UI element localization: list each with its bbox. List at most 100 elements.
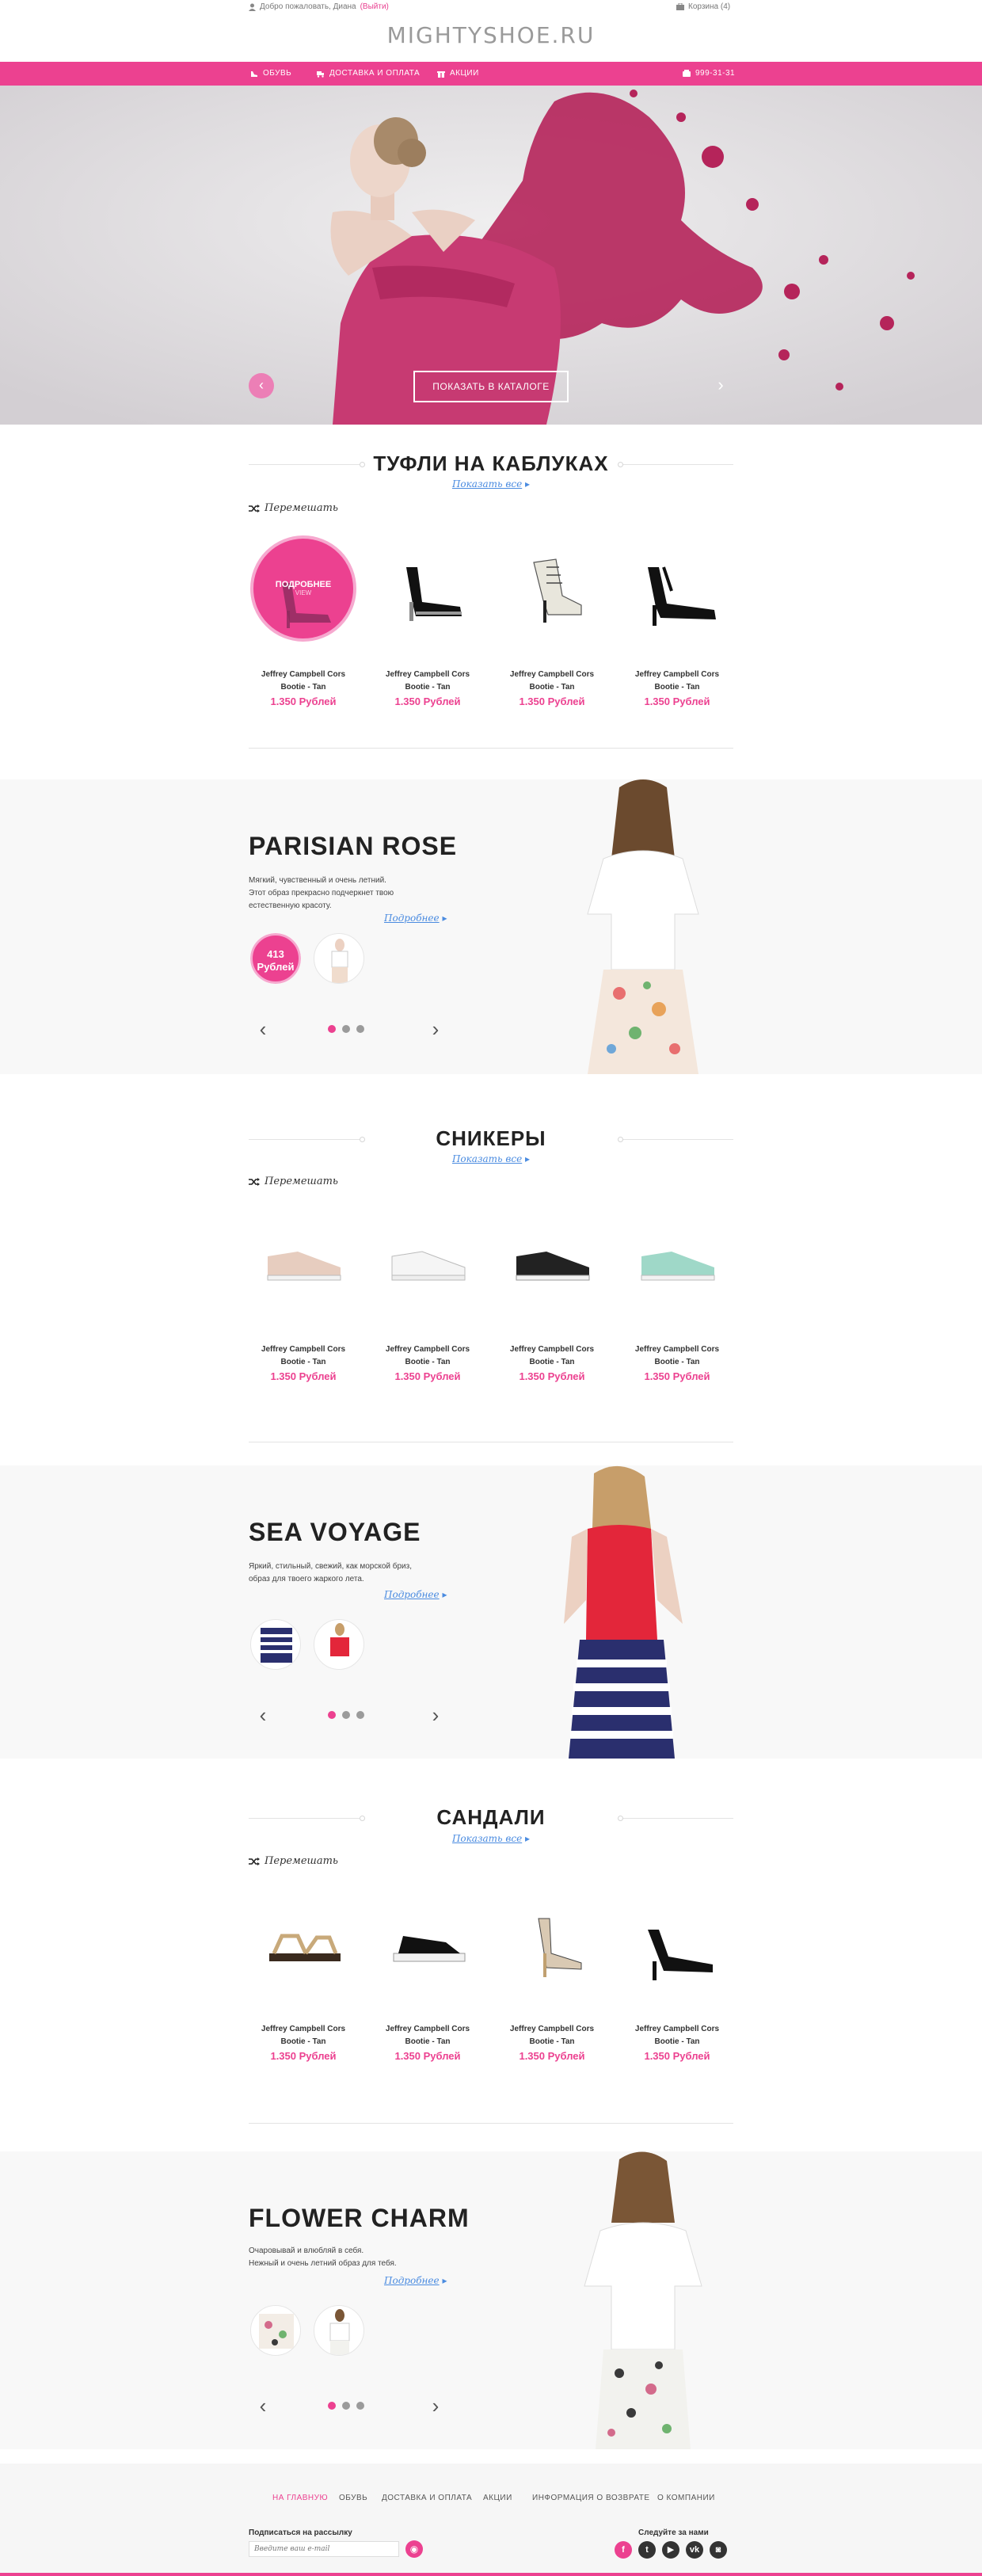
lookbook-next-button[interactable]: › [428,1703,443,1727]
nav-item-promo[interactable]: АКЦИИ [437,62,479,86]
pagination-dot[interactable] [356,1711,364,1719]
lookbook-panel: PARISIAN ROSE Мягкий, чувственный и очен… [0,779,982,1074]
lookbook-more-link[interactable]: Подробнее ▸ [384,1589,447,1600]
shuffle-icon [249,1177,260,1186]
product-image[interactable] [375,1890,481,1996]
pagination-dot[interactable] [328,1711,336,1719]
product-name[interactable]: Jeffrey Campbell Cors Bootie - Tan [618,669,736,694]
youtube-icon[interactable]: ▶ [662,2541,679,2559]
show-catalog-button[interactable]: ПОКАЗАТЬ В КАТАЛОГЕ [413,371,569,402]
lookbook-thumb[interactable] [250,2305,301,2356]
product-name[interactable]: Jeffrey Campbell Cors Bootie - Tan [244,1343,363,1369]
lookbook-thumb[interactable] [314,1619,364,1670]
product-name[interactable]: Jeffrey Campbell Cors Bootie - Tan [493,2023,611,2048]
lookbook-title: FLOWER CHARM [249,2204,470,2232]
pagination-dot[interactable] [328,2402,336,2410]
lookbook-next-button[interactable]: › [428,2394,443,2418]
lookbook-description: Яркий, стильный, свежий, как морской бри… [249,1562,412,1583]
product-name[interactable]: Jeffrey Campbell Cors Bootie - Tan [368,2023,487,2048]
product-price: 1.350 Рублей [394,1370,461,1382]
product-name[interactable]: Jeffrey Campbell Cors Bootie - Tan [618,1343,736,1369]
truck-icon [317,71,324,78]
product-name[interactable]: Jeffrey Campbell Cors Bootie - Tan [368,669,487,694]
product-name[interactable]: Jeffrey Campbell Cors Bootie - Tan [618,2023,736,2048]
subscribe-email-input[interactable] [249,2541,399,2557]
product-image[interactable] [624,1890,730,1996]
pagination-dot[interactable] [342,2402,350,2410]
show-all-link[interactable]: Показать все ▸ [0,1153,982,1164]
product-image[interactable] [250,1890,356,1996]
hero-prev-button[interactable]: ‹ [249,373,274,398]
product-image[interactable] [624,535,730,642]
follow-label: Следуйте за нами [638,2528,709,2537]
pagination-dot[interactable] [356,1025,364,1033]
footer-nav-promo[interactable]: АКЦИИ [483,2494,512,2502]
footer: НА ГЛАВНУЮ ОБУВЬ ДОСТАВКА И ОПЛАТА АКЦИИ… [0,2464,982,2576]
lookbook-prev-button[interactable]: ‹ [255,1703,271,1727]
pagination-dot[interactable] [342,1025,350,1033]
footer-nav-home[interactable]: НА ГЛАВНУЮ [272,2494,328,2502]
section-separator [249,748,733,749]
nav-phone[interactable]: 999-31-31 [683,62,735,86]
pagination-dot[interactable] [342,1711,350,1719]
lookbook-thumb[interactable] [314,933,364,984]
product-name[interactable]: Jeffrey Campbell Cors Bootie - Tan [244,669,363,694]
lookbook-thumb[interactable] [314,2305,364,2356]
thumb-image [329,2309,350,2355]
thumb-image [331,939,348,983]
footer-nav-about[interactable]: О КОМПАНИИ [657,2494,715,2502]
product-image[interactable] [250,1210,356,1317]
lookbook-prev-button[interactable]: ‹ [255,1017,271,1041]
product-name[interactable]: Jeffrey Campbell Cors Bootie - Tan [244,2023,363,2048]
thumb-image [259,2314,294,2349]
lookbook-prev-button[interactable]: ‹ [255,2394,271,2418]
twitter-icon[interactable]: t [638,2541,656,2559]
lookbook-thumb[interactable]: 413 Рублей [250,933,301,984]
facebook-icon[interactable]: f [615,2541,632,2559]
nav-item-delivery[interactable]: ДОСТАВКА И ОПЛАТА [317,62,420,86]
lookbook-title: PARISIAN ROSE [249,832,458,860]
pagination-dot[interactable] [328,1025,336,1033]
product-price: 1.350 Рублей [644,695,710,707]
vk-icon[interactable]: vk [686,2541,703,2559]
cart-label: Корзина (4) [688,2,731,11]
show-all-link[interactable]: Показать все ▸ [0,1833,982,1844]
subscribe-label: Подписаться на рассылку [249,2528,352,2537]
footer-nav-shoes[interactable]: ОБУВЬ [339,2494,367,2502]
product-name[interactable]: Jeffrey Campbell Cors Bootie - Tan [493,1343,611,1369]
subscribe-button[interactable]: ◉ [405,2540,423,2558]
footer-nav-returns[interactable]: ИНФОРМАЦИЯ О ВОЗВРАТЕ [532,2494,649,2502]
product-image[interactable] [499,535,605,642]
hero-next-button[interactable]: › [708,373,733,398]
thumb-price-badge: 413 Рублей [250,933,301,984]
lookbook-more-link[interactable]: Подробнее ▸ [384,913,447,924]
product-image[interactable] [499,1890,605,1996]
product-image[interactable] [375,1210,481,1317]
product-price: 1.350 Рублей [644,2050,710,2062]
phone-number: 999-31-31 [695,69,736,78]
shuffle-button[interactable]: Перемешать [249,502,338,514]
gift-icon [437,71,445,78]
site-logo[interactable]: MIGHTYSHOE.RU [0,22,982,48]
lookbook-next-button[interactable]: › [428,1017,443,1041]
shuffle-button[interactable]: Перемешать [249,1855,338,1867]
lookbook-model-image [564,1465,683,1759]
user-icon [249,3,256,11]
cart-link[interactable]: Корзина (4) [676,2,730,11]
instagram-icon[interactable]: ◙ [710,2541,727,2559]
product-image[interactable]: ПОДРОБНЕЕ VIEW [250,535,356,642]
lookbook-thumb[interactable] [250,1619,301,1670]
product-name[interactable]: Jeffrey Campbell Cors Bootie - Tan [368,1343,487,1369]
product-image[interactable] [499,1210,605,1317]
product-image[interactable] [624,1210,730,1317]
show-all-link[interactable]: Показать все ▸ [0,478,982,490]
product-price: 1.350 Рублей [270,695,337,707]
footer-nav-delivery[interactable]: ДОСТАВКА И ОПЛАТА [382,2494,472,2502]
pagination-dot[interactable] [356,2402,364,2410]
logout-link[interactable]: (Выйти) [360,2,389,11]
product-name[interactable]: Jeffrey Campbell Cors Bootie - Tan [493,669,611,694]
product-image[interactable] [375,535,481,642]
nav-item-shoes[interactable]: ОБУВЬ [250,62,291,86]
shuffle-button[interactable]: Перемешать [249,1176,338,1187]
lookbook-more-link[interactable]: Подробнее ▸ [384,2275,447,2286]
